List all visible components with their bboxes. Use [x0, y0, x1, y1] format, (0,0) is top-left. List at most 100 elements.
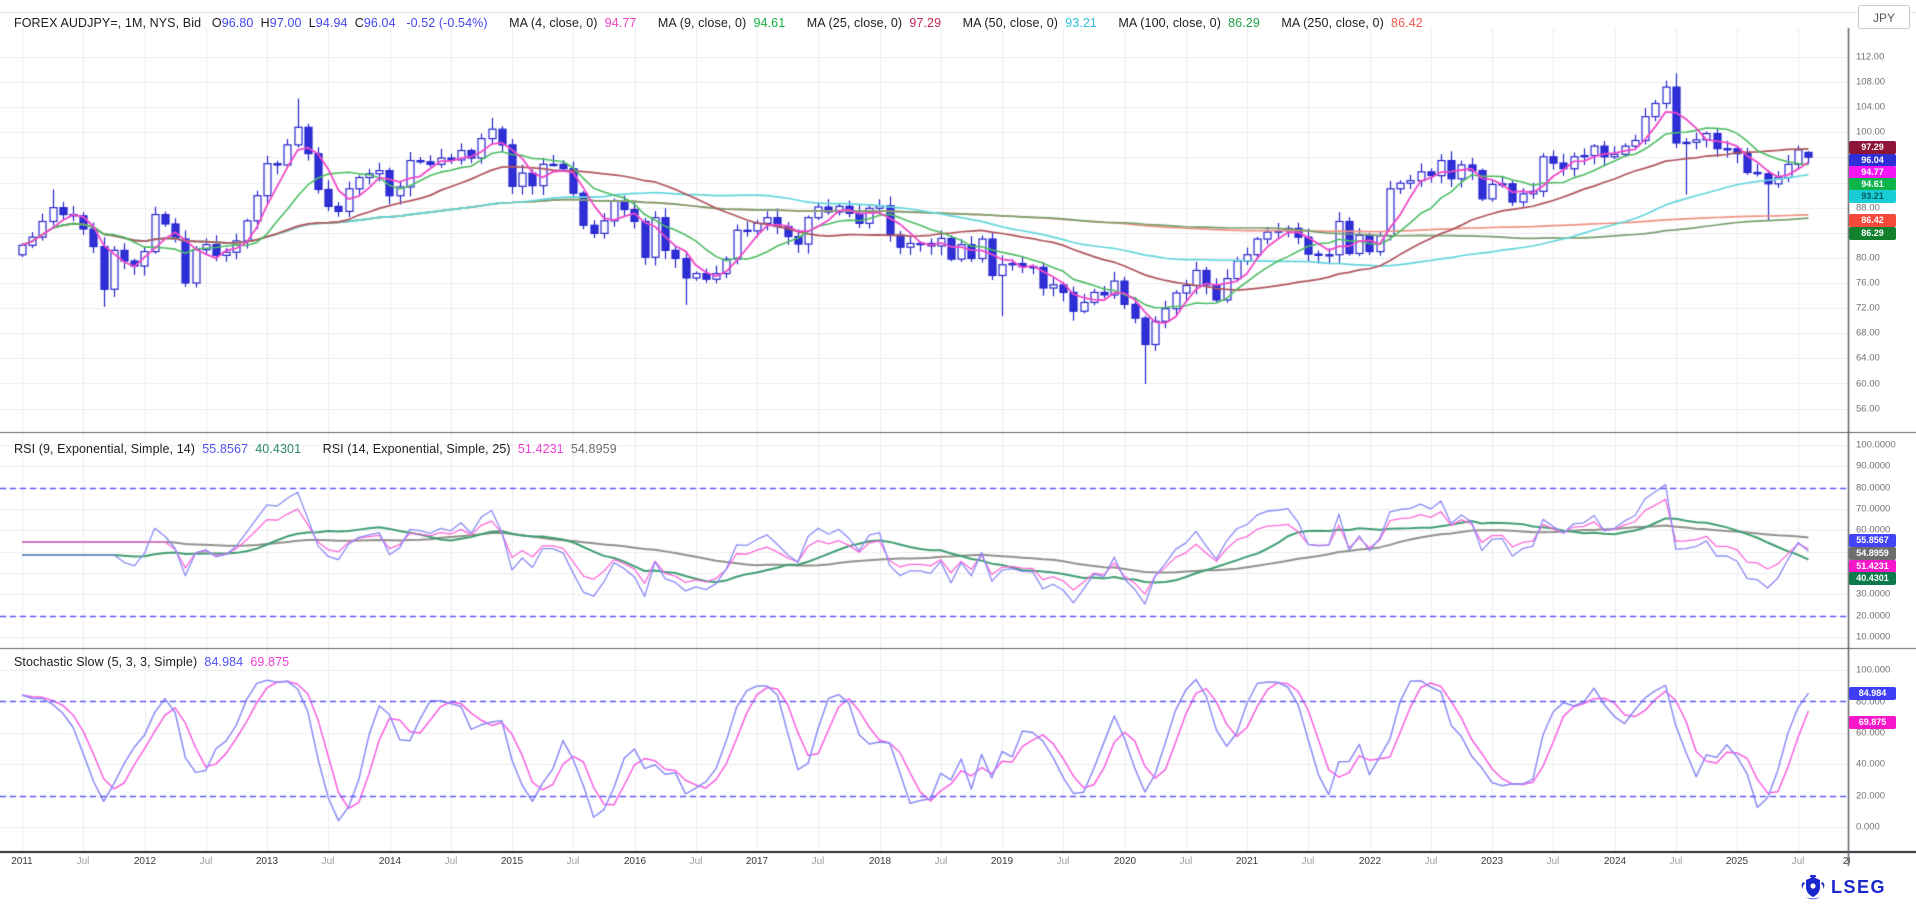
legend-segment: 94.94 [316, 16, 355, 30]
x-tick-year-label: 2025 [1726, 856, 1748, 867]
legend-segment: H [261, 16, 270, 30]
x-tick-month-label: Jul [322, 856, 335, 867]
legend-segment: Stochastic Slow (5, 3, 3, Simple) [14, 655, 204, 669]
legend-segment: 69.875 [250, 655, 289, 669]
x-tick-month-label: Jul [77, 856, 90, 867]
x-tick-year-label: 2020 [1114, 856, 1136, 867]
x-tick-month-label: Jul [1057, 856, 1070, 867]
axis-tick-label: 64.00 [1856, 353, 1880, 364]
x-tick-month-label: Jul [812, 856, 825, 867]
lseg-logo: LSEG [1800, 872, 1886, 902]
legend-segment: 97.00 [270, 16, 309, 30]
x-tick-month-label: Jul [200, 856, 213, 867]
x-tick-year-label: 2017 [746, 856, 768, 867]
legend-segment: 40.4301 [255, 442, 322, 456]
legend-segment: 51.4231 [518, 442, 571, 456]
rsi-panel[interactable] [0, 432, 1848, 648]
price-axis[interactable]: 112.00108.00104.00100.0096.0092.0088.008… [1848, 28, 1916, 852]
axis-tick-label: 76.00 [1856, 278, 1880, 289]
legend-segment: MA (9, close, 0) [658, 16, 754, 30]
x-tick-year-label: 2019 [991, 856, 1013, 867]
x-tick-month-label: Jul [1547, 856, 1560, 867]
legend-segment: C [355, 16, 364, 30]
x-tick-year-label: 2023 [1481, 856, 1503, 867]
legend-segment: MA (4, close, 0) [509, 16, 605, 30]
axis-tick-label: 100.0000 [1856, 440, 1896, 451]
axis-tick-label: 20.0000 [1856, 611, 1890, 622]
axis-tick-label: 0.000 [1856, 822, 1880, 833]
price-badge: 54.8959 [1849, 547, 1896, 560]
price-badge: 93.21 [1849, 190, 1896, 203]
x-tick-month-label: Jul [690, 856, 703, 867]
legend-segment: MA (25, close, 0) [807, 16, 910, 30]
x-tick-year-label: 2015 [501, 856, 523, 867]
axis-tick-label: 30.0000 [1856, 589, 1890, 600]
axis-tick-label: 80.00 [1856, 253, 1880, 264]
x-tick-year-label: 2021 [1236, 856, 1258, 867]
axis-tick-label: 100.000 [1856, 665, 1890, 676]
x-tick-month-label: Jul [1792, 856, 1805, 867]
price-badge: 69.875 [1849, 716, 1896, 729]
x-tick-year-label: 2024 [1604, 856, 1626, 867]
chart-window: FOREX AUDJPY=, 1M, NYS, Bid O96.80 H97.0… [0, 0, 1916, 905]
axis-tick-label: 60.000 [1856, 728, 1885, 739]
legend-segment: FOREX AUDJPY=, 1M, NYS, Bid [14, 16, 212, 30]
price-badge: 94.77 [1849, 166, 1896, 179]
legend-segment: RSI (14, Exponential, Simple, 25) [323, 442, 518, 456]
price-badge: 40.4301 [1849, 572, 1896, 585]
axis-tick-label: 72.00 [1856, 303, 1880, 314]
legend-segment: MA (50, close, 0) [963, 16, 1066, 30]
main-price-panel[interactable] [0, 28, 1848, 432]
price-badge: 84.984 [1849, 687, 1896, 700]
legend-segment: 93.21 [1065, 16, 1118, 30]
stochastic-panel[interactable] [0, 648, 1848, 852]
x-tick-year-label: 2016 [624, 856, 646, 867]
legend-segment: 55.8567 [202, 442, 255, 456]
axis-tick-label: 100.00 [1856, 127, 1885, 138]
axis-tick-label: 20.000 [1856, 791, 1885, 802]
axis-tick-label: 90.0000 [1856, 461, 1890, 472]
legend-segment: 97.29 [909, 16, 962, 30]
price-badge: 86.42 [1849, 214, 1896, 227]
x-tick-year-label: 2014 [379, 856, 401, 867]
x-tick-year-label: 2012 [134, 856, 156, 867]
x-tick-month-label: Jul [1425, 856, 1438, 867]
axis-tick-label: 104.00 [1856, 102, 1885, 113]
lseg-crest-icon [1800, 874, 1826, 900]
axis-tick-label: 10.0000 [1856, 632, 1890, 643]
legend-segment: 96.80 [222, 16, 261, 30]
axis-tick-label: 70.0000 [1856, 504, 1890, 515]
x-tick-month-label: Jul [1180, 856, 1193, 867]
axis-tick-label: 60.00 [1856, 379, 1880, 390]
legend-segment: 94.77 [605, 16, 658, 30]
legend-segment: -0.52 (-0.54%) [406, 16, 509, 30]
legend-segment: 84.984 [204, 655, 250, 669]
legend-segment: 86.29 [1228, 16, 1281, 30]
stochastic-legend[interactable]: Stochastic Slow (5, 3, 3, Simple) 84.984… [14, 655, 289, 669]
time-axis[interactable]: 2011 Jul 2012 Jul 2013 Jul 2014 Jul 2015 Jul 2016 J… [0, 853, 1850, 875]
x-tick-month-label: Jul [1670, 856, 1683, 867]
price-badge: 96.04 [1849, 154, 1896, 167]
axis-tick-label: 56.00 [1856, 404, 1880, 415]
legend-segment: RSI (9, Exponential, Simple, 14) [14, 442, 202, 456]
legend-segment: MA (250, close, 0) [1281, 16, 1391, 30]
legend-segment: 94.61 [753, 16, 806, 30]
price-badge: 55.8567 [1849, 534, 1896, 547]
axis-tick-label: 68.00 [1856, 328, 1880, 339]
axis-tick-label: 108.00 [1856, 77, 1885, 88]
currency-button[interactable]: JPY [1858, 5, 1910, 29]
x-tick-month-label: Jul [567, 856, 580, 867]
rsi-legend[interactable]: RSI (9, Exponential, Simple, 14) 55.8567… [14, 442, 617, 456]
axis-tick-label: 88.00 [1856, 203, 1880, 214]
price-badge: 94.61 [1849, 178, 1896, 191]
x-tick-year-label: 2013 [256, 856, 278, 867]
legend-segment: 54.8959 [571, 442, 617, 456]
legend-segment: L [309, 16, 316, 30]
x-tick-year-label: 2018 [869, 856, 891, 867]
main-chart-legend[interactable]: FOREX AUDJPY=, 1M, NYS, Bid O96.80 H97.0… [14, 16, 1423, 30]
x-tick-month-label: Jul [935, 856, 948, 867]
x-tick-year-label: 2011 [11, 856, 33, 867]
lseg-logo-text: LSEG [1831, 877, 1886, 898]
price-badge: 86.29 [1849, 227, 1896, 240]
axis-tick-label: 80.0000 [1856, 483, 1890, 494]
